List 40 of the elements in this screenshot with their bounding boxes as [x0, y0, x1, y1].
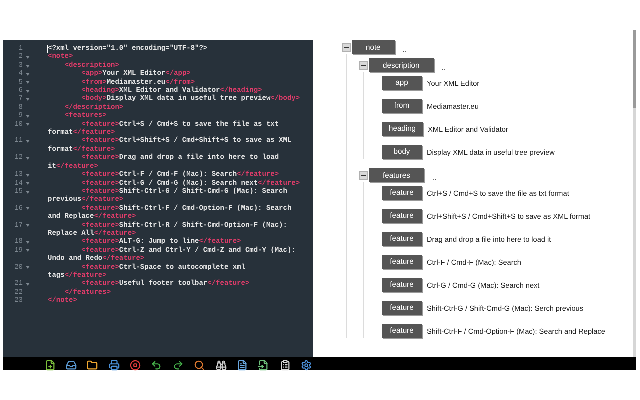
binoculars-icon[interactable]	[215, 359, 228, 371]
fold-icon[interactable]	[26, 98, 30, 102]
scrollbar[interactable]	[633, 30, 636, 357]
minus-icon	[361, 172, 366, 178]
fold-icon[interactable]	[26, 81, 30, 84]
minus-icon	[361, 62, 366, 68]
fold-icon[interactable]	[26, 249, 30, 252]
folder-icon[interactable]	[86, 359, 99, 371]
undo-icon[interactable]	[150, 359, 163, 371]
search-icon[interactable]	[194, 359, 206, 371]
fold-icon[interactable]	[26, 90, 30, 93]
collapse-toggle[interactable]	[342, 42, 351, 52]
fold-icon[interactable]	[26, 190, 30, 194]
redo-icon[interactable]	[172, 359, 184, 371]
document-icon[interactable]	[236, 359, 249, 371]
fold-icon[interactable]	[26, 283, 30, 286]
fold-icon[interactable]	[26, 266, 30, 270]
printer-icon[interactable]	[108, 359, 120, 371]
fold-icon[interactable]	[26, 140, 30, 144]
fold-icon[interactable]	[26, 207, 30, 210]
settings-icon[interactable]	[300, 359, 313, 371]
minus-icon	[344, 44, 349, 50]
fold-icon[interactable]	[26, 72, 30, 76]
fold-icon[interactable]	[26, 174, 30, 177]
fold-icon[interactable]	[26, 224, 30, 228]
collapse-toggle[interactable]	[359, 170, 368, 180]
stop-icon[interactable]	[130, 359, 142, 371]
fold-icon[interactable]	[26, 156, 30, 160]
fold-icon[interactable]	[26, 241, 30, 244]
fold-icon[interactable]	[26, 123, 30, 126]
fold-icon[interactable]	[26, 56, 30, 60]
fold-icon[interactable]	[26, 182, 30, 186]
inbox-icon[interactable]	[65, 359, 78, 371]
fold-icon[interactable]	[26, 64, 30, 68]
new-file-icon[interactable]	[44, 359, 56, 371]
code-editor[interactable]	[3, 40, 313, 357]
notepad-icon[interactable]	[279, 359, 292, 371]
fold-icon[interactable]	[26, 114, 30, 118]
collapse-toggle[interactable]	[359, 60, 368, 70]
file-import-icon[interactable]	[258, 359, 270, 371]
